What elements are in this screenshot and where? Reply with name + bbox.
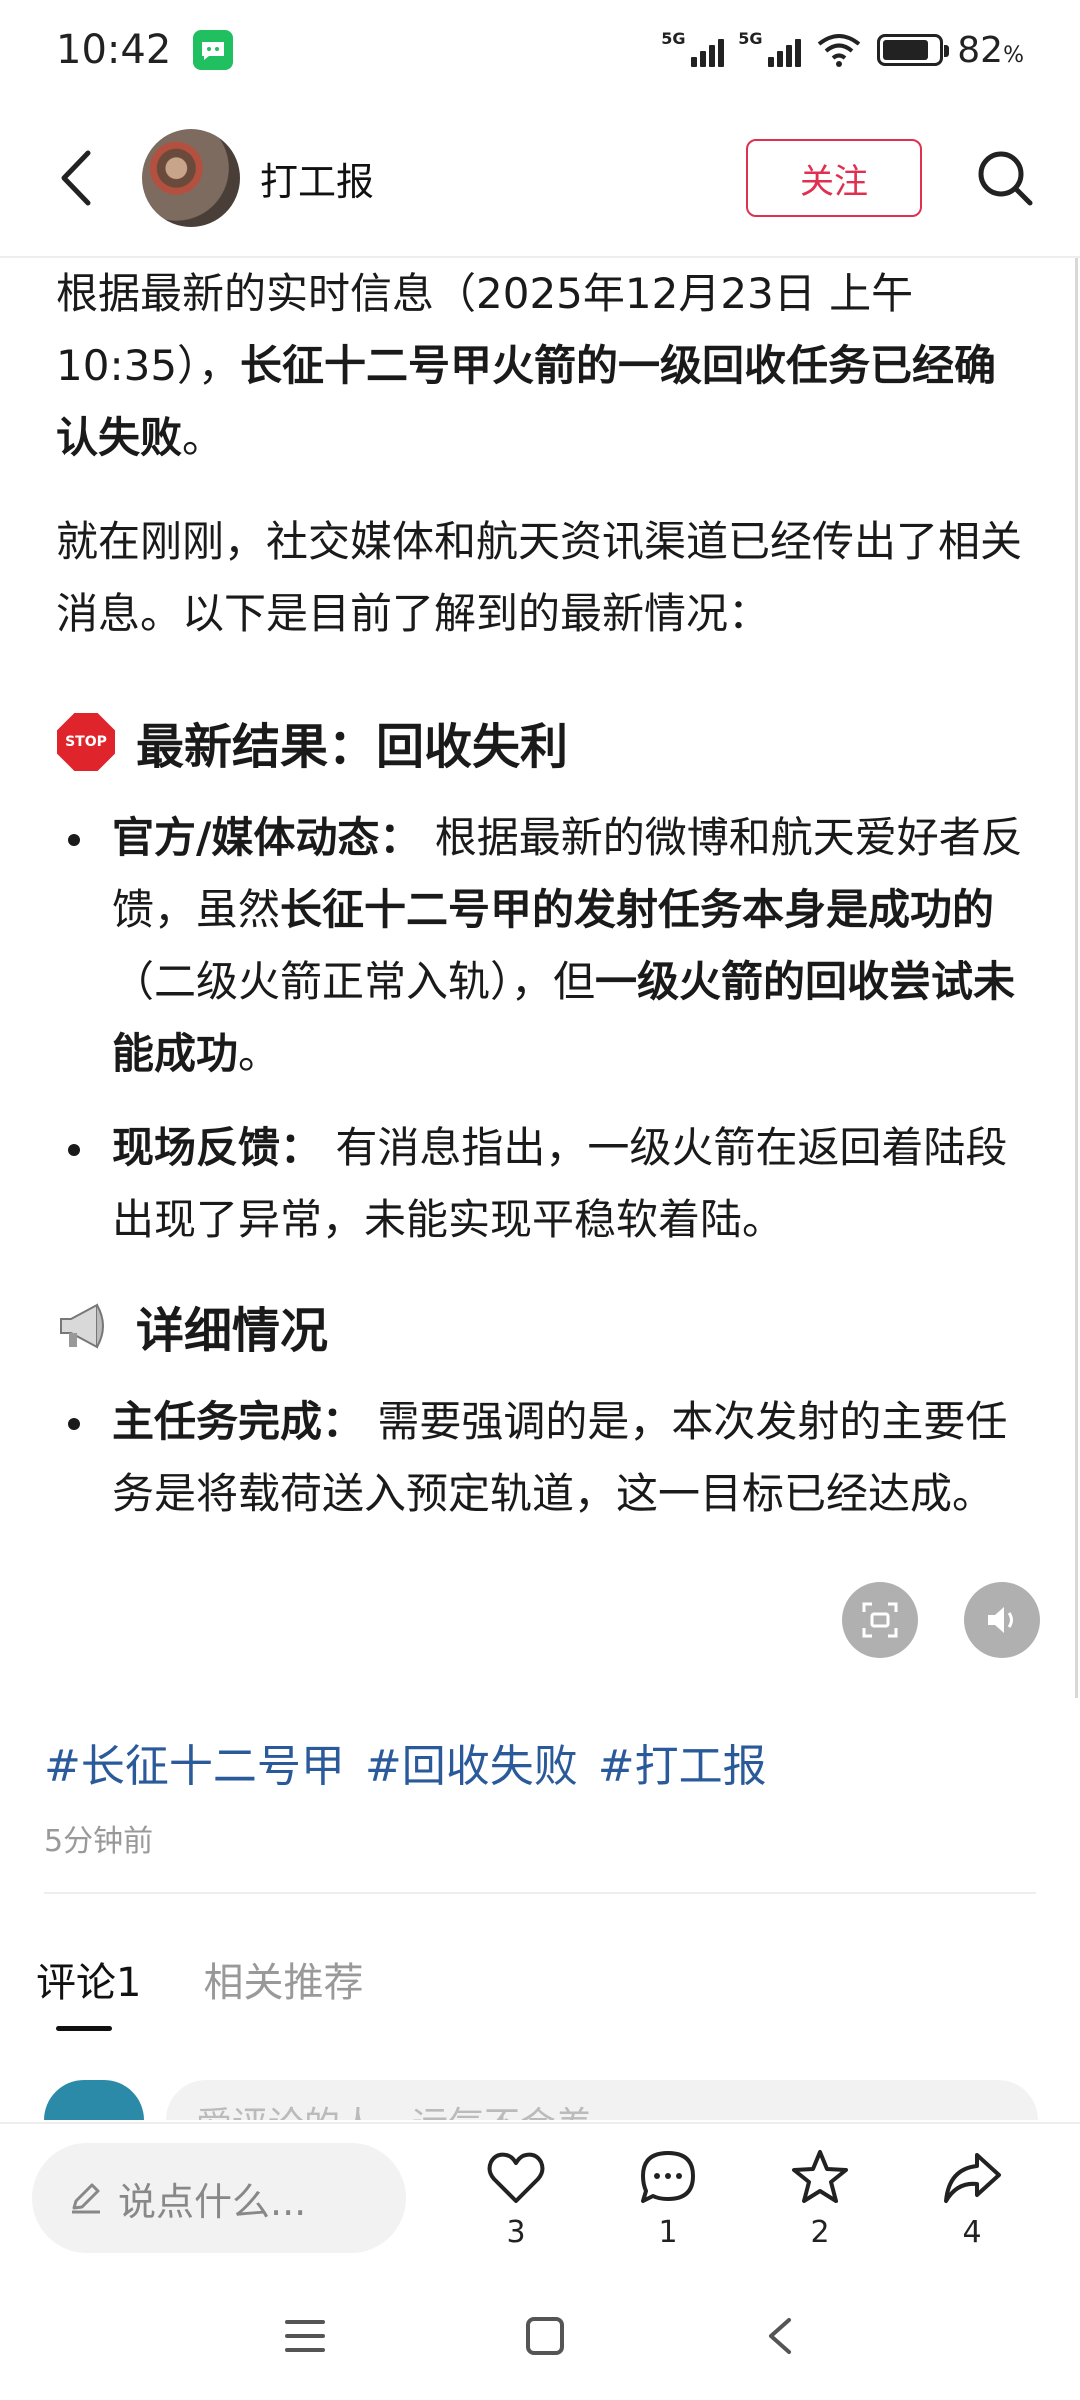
status-bar: 10:42 5G 5G 82%	[0, 0, 1080, 100]
home-square-icon[interactable]	[525, 2316, 565, 2356]
share-button[interactable]: 4	[896, 2147, 1048, 2250]
hashtag-list: #长征十二号甲 #回收失败 #打工报	[44, 1730, 767, 1794]
article-body: 根据最新的实时信息（2025年12月23日 上午10:35），长征十二号甲火箭的…	[0, 258, 1080, 1698]
pen-icon	[72, 2183, 100, 2214]
section-title: 最新结果：回收失利	[136, 719, 569, 775]
network-type-label: 5G	[661, 29, 686, 48]
favorite-button[interactable]: 2	[744, 2147, 896, 2250]
wifi-icon	[818, 34, 861, 67]
list-item: 现场反馈： 有消息指出，一级火箭在返回着陆段出现了异常，未能实现平稳软着陆。	[56, 1112, 1024, 1256]
comment-entry-placeholder: 说点什么...	[118, 2179, 307, 2224]
battery-icon	[877, 34, 950, 66]
comment-bubble-icon	[641, 2150, 695, 2203]
share-arrow-icon	[944, 2152, 1001, 2203]
tab-comments[interactable]: 评论1	[36, 1950, 141, 2031]
notification-app-icon	[193, 30, 234, 70]
speaker-icon	[988, 1607, 1013, 1633]
system-nav-bar	[0, 2272, 1080, 2400]
section-heading-details: 详细情况	[56, 1286, 1024, 1366]
scrollbar[interactable]	[1075, 258, 1078, 1698]
back-triangle-icon[interactable]	[765, 2316, 795, 2356]
search-button[interactable]	[970, 143, 1040, 213]
list-item: 官方/媒体动态： 根据最新的微博和航天爱好者反馈，虽然长征十二号甲的发射任务本身…	[56, 802, 1024, 1090]
star-icon	[792, 2149, 848, 2203]
screenshot-float-button[interactable]	[842, 1582, 918, 1658]
result-list: 官方/媒体动态： 根据最新的微博和航天爱好者反馈，虽然长征十二号甲的发射任务本身…	[56, 802, 1024, 1256]
cellular-signal-icon: 5G	[661, 29, 725, 67]
article-paragraph-2: 就在刚刚，社交媒体和航天资讯渠道已经传出了相关消息。以下是目前了解到的最新情况：	[56, 517, 1023, 638]
back-button[interactable]	[40, 138, 110, 218]
comment-count: 1	[658, 2214, 678, 2250]
audio-float-button[interactable]	[964, 1582, 1040, 1658]
favorite-count: 2	[810, 2214, 830, 2250]
account-avatar[interactable]	[142, 129, 240, 227]
comment-entry-field[interactable]: 说点什么...	[32, 2143, 406, 2253]
scan-icon	[862, 1602, 898, 1638]
hashtag-link[interactable]: #长征十二号甲	[44, 1730, 345, 1794]
comment-tabs: 评论1 相关推荐	[36, 1950, 363, 2031]
heart-icon	[487, 2152, 545, 2203]
status-indicators: 5G 5G 82%	[661, 29, 1024, 71]
current-user-avatar	[44, 2080, 144, 2120]
comment-button[interactable]: 1	[592, 2147, 744, 2250]
cellular-signal-icon-2: 5G	[738, 29, 802, 67]
details-list: 主任务完成： 需要强调的是，本次发射的主要任务是将载荷送入预定轨道，这一目标已经…	[56, 1386, 1024, 1530]
top-header: 打工报 关注	[0, 100, 1080, 258]
list-item: 主任务完成： 需要强调的是，本次发射的主要任务是将载荷送入预定轨道，这一目标已经…	[56, 1386, 1024, 1530]
section-heading-result: STOP 最新结果：回收失利	[56, 702, 1024, 782]
status-time: 10:42	[56, 27, 172, 73]
hashtag-link[interactable]: #回收失败	[365, 1730, 578, 1794]
comment-input[interactable]: 爱评论的人，运气不会差	[166, 2080, 1038, 2120]
stop-sign-icon: STOP	[57, 713, 115, 771]
like-button[interactable]: 3	[440, 2147, 592, 2250]
like-count: 3	[506, 2214, 526, 2250]
section-title: 详细情况	[136, 1303, 329, 1359]
search-icon	[978, 151, 1033, 206]
divider	[44, 1892, 1036, 1894]
menu-icon[interactable]	[285, 2318, 325, 2354]
hashtag-link[interactable]: #打工报	[598, 1730, 767, 1794]
tab-related[interactable]: 相关推荐	[203, 1950, 363, 2008]
post-timestamp: 5分钟前	[44, 1824, 154, 1859]
account-name[interactable]: 打工报	[260, 151, 374, 206]
bottom-action-bar: 说点什么... 3 1 2 4	[0, 2122, 1080, 2272]
share-count: 4	[962, 2214, 982, 2250]
network-type-label-2: 5G	[738, 29, 763, 48]
battery-percent: 82%	[957, 29, 1024, 71]
megaphone-icon	[60, 1303, 104, 1349]
follow-button[interactable]: 关注	[746, 139, 922, 217]
article-paragraph-1: 根据最新的实时信息（2025年12月23日 上午10:35），长征十二号甲火箭的…	[56, 269, 997, 462]
chevron-left-icon	[61, 150, 91, 206]
